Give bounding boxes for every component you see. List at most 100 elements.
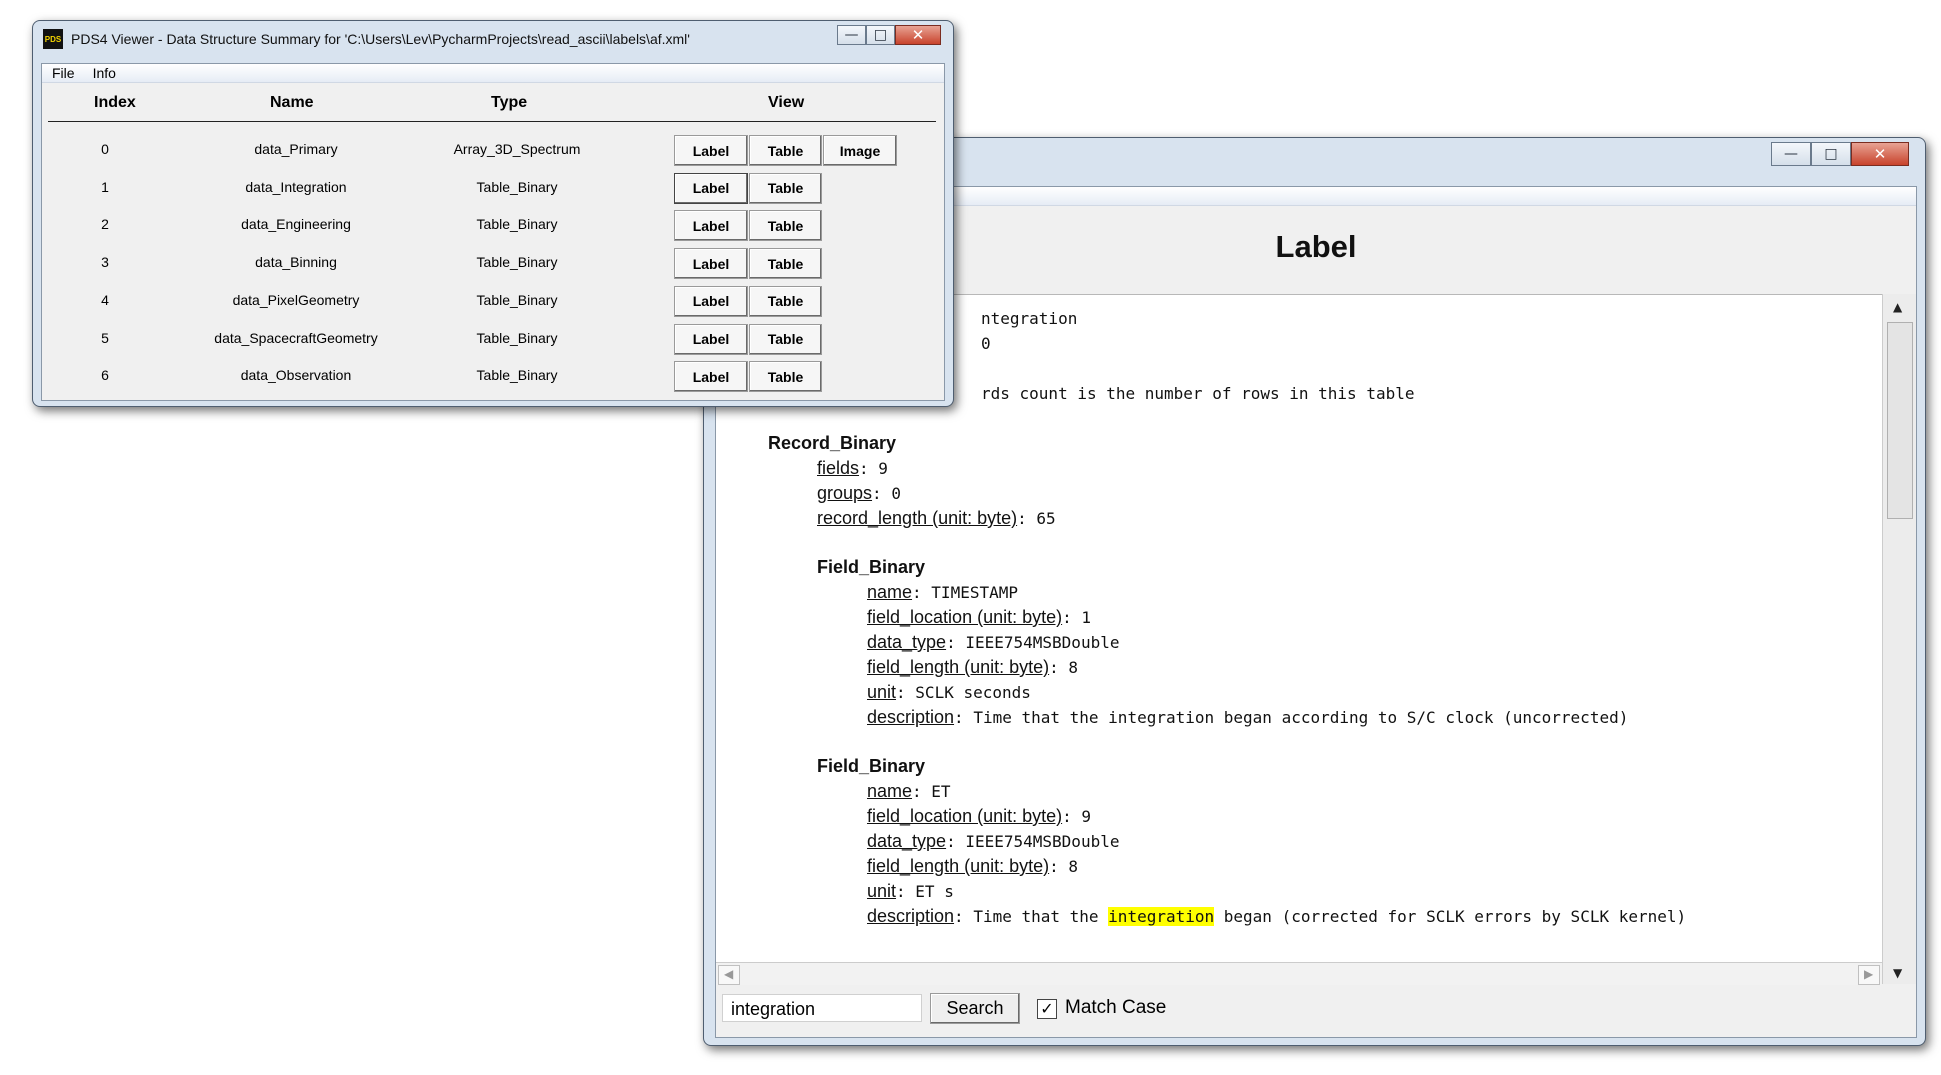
- minimize-icon: —: [1784, 146, 1798, 162]
- image-button[interactable]: Image: [823, 135, 897, 166]
- search-button[interactable]: Search: [930, 993, 1020, 1024]
- type-cell: Table_Binary: [476, 216, 558, 233]
- label-button[interactable]: Label: [674, 285, 748, 317]
- unit-value: : ET s: [896, 882, 954, 901]
- data-type-key[interactable]: data_type: [867, 831, 946, 851]
- fields-value: : 9: [859, 459, 888, 478]
- label-button[interactable]: Label: [674, 172, 748, 204]
- field-location-key[interactable]: field_location (unit: byte): [867, 607, 1062, 627]
- table-button[interactable]: Table: [749, 361, 822, 393]
- field-location-key[interactable]: field_location (unit: byte): [867, 806, 1062, 826]
- label-button[interactable]: Label: [674, 361, 748, 393]
- partial-line: 0: [981, 334, 991, 353]
- table-button[interactable]: Table: [749, 323, 822, 355]
- name-key[interactable]: name: [867, 781, 912, 801]
- data-type-line: data_type: IEEE754MSBDouble: [867, 831, 1119, 852]
- index-cell: 2: [101, 216, 109, 233]
- maximize-button[interactable]: □: [1811, 142, 1851, 166]
- index-cell: 1: [101, 178, 109, 195]
- minimize-button[interactable]: —: [1771, 142, 1811, 166]
- table-row: 3 data_Binning Table_Binary Label Table: [42, 245, 944, 281]
- type-cell: Table_Binary: [476, 329, 558, 346]
- window-controls: — □ ✕: [1771, 142, 1909, 166]
- minimize-button[interactable]: —: [837, 25, 866, 45]
- close-icon: ✕: [911, 25, 925, 44]
- close-button[interactable]: ✕: [895, 25, 941, 45]
- index-cell: 5: [101, 329, 109, 346]
- close-button[interactable]: ✕: [1851, 142, 1909, 166]
- record-binary-heading: Record_Binary: [768, 433, 897, 453]
- scroll-thumb[interactable]: [1887, 322, 1913, 519]
- index-cell: 4: [101, 291, 109, 308]
- table-row: 5 data_SpacecraftGeometry Table_Binary Labe…: [42, 321, 944, 357]
- table-button[interactable]: Table: [749, 248, 822, 280]
- label-button[interactable]: Label: [674, 210, 748, 242]
- partial-line: rds count is the number of rows in this …: [981, 384, 1415, 403]
- record-length-key[interactable]: record_length (unit: byte): [817, 508, 1017, 528]
- title-bar: PDS PDS4 Viewer - Data Structure Summary…: [43, 29, 690, 49]
- fields-line: fields: 9: [817, 458, 888, 479]
- table-button[interactable]: Table: [749, 172, 822, 204]
- window-controls: — □ ✕: [837, 25, 941, 45]
- horizontal-scrollbar[interactable]: ◀ ▶: [716, 962, 1882, 985]
- header-divider: [48, 121, 936, 122]
- name-cell: data_Integration: [245, 178, 347, 195]
- description-key[interactable]: description: [867, 906, 954, 926]
- summary-client-area: File Info Index Name Type View 0 data_Pri…: [41, 63, 945, 401]
- field-binary-heading: Field_Binary: [817, 756, 926, 776]
- table-button[interactable]: Table: [749, 285, 822, 317]
- column-index: Index: [94, 94, 136, 111]
- close-icon: ✕: [1873, 144, 1887, 163]
- scroll-up-icon[interactable]: ▲: [1893, 300, 1902, 314]
- table-button[interactable]: Table: [749, 135, 822, 166]
- maximize-button[interactable]: □: [866, 25, 895, 45]
- app-logo-icon: PDS: [43, 29, 63, 49]
- maximize-icon: □: [873, 27, 888, 43]
- match-case-label[interactable]: Match Case: [1065, 997, 1166, 1019]
- index-cell: 3: [101, 254, 109, 271]
- vertical-scrollbar[interactable]: ▲ ▼: [1882, 294, 1916, 984]
- search-match-highlight: integration: [1108, 907, 1215, 926]
- data-type-value: : IEEE754MSBDouble: [946, 832, 1120, 851]
- menu-info[interactable]: Info: [93, 65, 116, 81]
- match-case-checkbox[interactable]: ✓: [1037, 999, 1057, 1019]
- scroll-right-button[interactable]: ▶: [1858, 965, 1880, 985]
- unit-line: unit: SCLK seconds: [867, 682, 1031, 703]
- fields-key[interactable]: fields: [817, 458, 859, 478]
- field-name-line: name: TIMESTAMP: [867, 582, 1018, 603]
- scroll-left-button[interactable]: ◀: [718, 965, 740, 985]
- name-cell: data_Engineering: [241, 216, 351, 233]
- field-length-key[interactable]: field_length (unit: byte): [867, 856, 1049, 876]
- field-location-value: : 1: [1062, 608, 1092, 627]
- minimize-icon: —: [844, 27, 859, 43]
- column-type: Type: [491, 94, 528, 111]
- table-row: 4 data_PixelGeometry Table_Binary Label Tabl…: [42, 283, 944, 319]
- table-button[interactable]: Table: [749, 210, 822, 242]
- table-header: Index Name Type View: [42, 94, 944, 118]
- label-button[interactable]: Label: [674, 135, 748, 166]
- name-cell: data_Binning: [255, 254, 337, 271]
- label-button[interactable]: Label: [674, 248, 748, 280]
- table-row: 1 data_Integration Table_Binary Label Table: [42, 170, 944, 206]
- search-input[interactable]: integration: [722, 994, 922, 1022]
- description-key[interactable]: description: [867, 707, 954, 727]
- unit-key[interactable]: unit: [867, 682, 896, 702]
- name-key[interactable]: name: [867, 582, 912, 602]
- record-length-line: record_length (unit: byte): 65: [817, 508, 1056, 529]
- name-value: : ET: [912, 782, 951, 801]
- label-button[interactable]: Label: [674, 323, 748, 355]
- data-type-key[interactable]: data_type: [867, 632, 946, 652]
- unit-key[interactable]: unit: [867, 881, 896, 901]
- menu-file[interactable]: File: [52, 65, 75, 81]
- name-cell: data_Observation: [240, 367, 352, 384]
- scroll-down-icon[interactable]: ▼: [1893, 966, 1902, 980]
- maximize-icon: □: [1824, 146, 1838, 162]
- field-length-key[interactable]: field_length (unit: byte): [867, 657, 1049, 677]
- field-location-line: field_location (unit: byte): 1: [867, 607, 1091, 628]
- name-cell: data_PixelGeometry: [232, 291, 360, 308]
- groups-key[interactable]: groups: [817, 483, 872, 503]
- column-view: View: [768, 94, 805, 111]
- field-location-line: field_location (unit: byte): 9: [867, 806, 1091, 827]
- field-binary-heading: Field_Binary: [817, 557, 926, 577]
- groups-line: groups: 0: [817, 483, 901, 504]
